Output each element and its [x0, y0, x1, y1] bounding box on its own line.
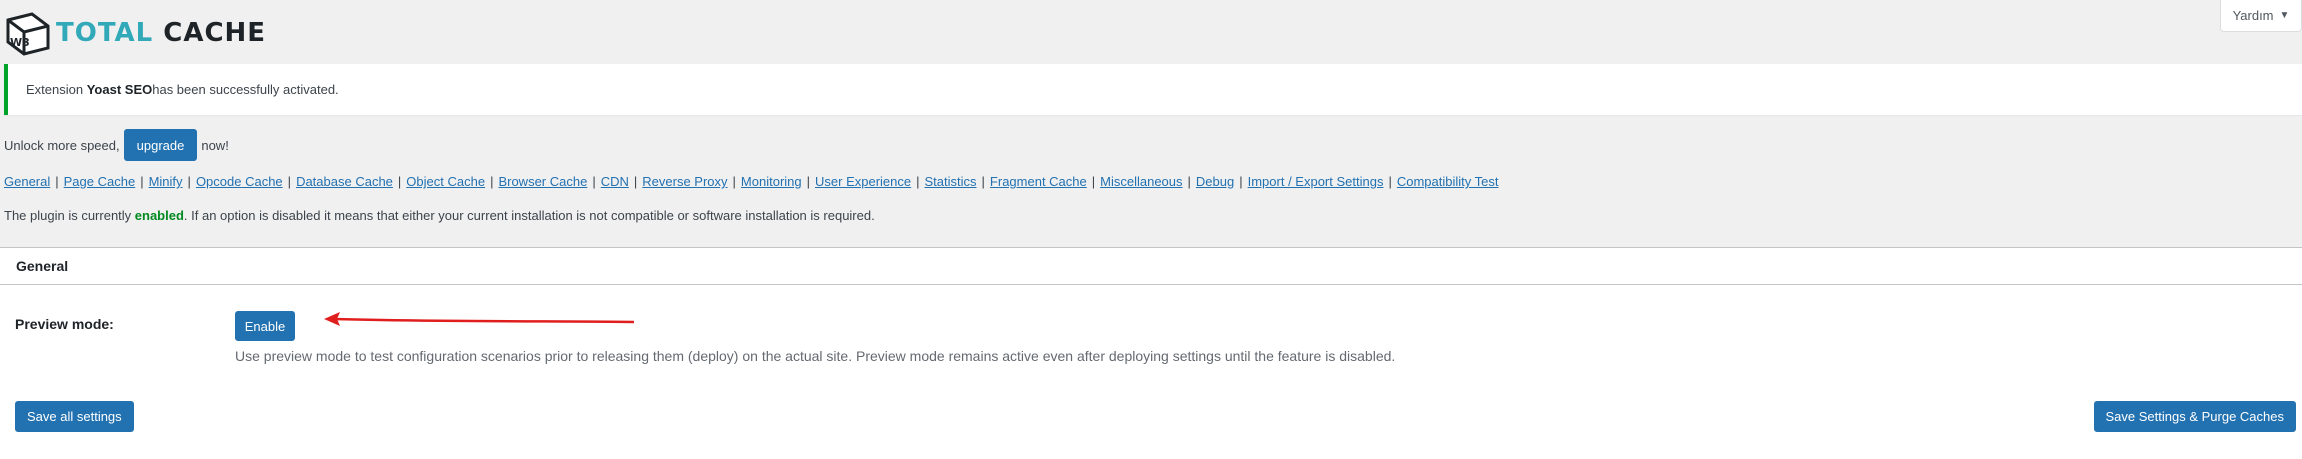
- nav-link-general[interactable]: General: [4, 174, 50, 189]
- upgrade-promo-prefix: Unlock more speed,: [4, 137, 120, 153]
- nav-link-browser-cache[interactable]: Browser Cache: [498, 174, 587, 189]
- nav-link-statistics[interactable]: Statistics: [925, 174, 977, 189]
- nav-separator: |: [732, 174, 736, 189]
- enable-preview-button[interactable]: Enable: [235, 311, 295, 341]
- save-and-purge-button[interactable]: Save Settings & Purge Caches: [2093, 401, 2296, 432]
- nav-link-fragment-cache[interactable]: Fragment Cache: [990, 174, 1087, 189]
- nav-separator: |: [55, 174, 59, 189]
- nav-separator: |: [1388, 174, 1392, 189]
- nav-separator: |: [287, 174, 292, 189]
- nav-separator: |: [916, 174, 920, 189]
- status-suffix: . If an option is disabled it means that…: [183, 208, 875, 223]
- logo-badge-text: W3: [10, 36, 30, 49]
- nav-link-page-cache[interactable]: Page Cache: [64, 174, 136, 189]
- help-tab-button[interactable]: Yardım ▼: [2220, 0, 2302, 32]
- nav-separator: |: [806, 174, 811, 189]
- nav-separator: |: [633, 174, 638, 189]
- success-notice: Extension Yoast SEO has been successfull…: [4, 64, 2302, 115]
- notice-prefix: Extension: [26, 82, 84, 97]
- nav-separator: |: [1187, 174, 1191, 189]
- nav-link-compatibility-test[interactable]: Compatibility Test: [1397, 174, 1499, 189]
- nav-separator: |: [981, 174, 985, 189]
- nav-link-object-cache[interactable]: Object Cache: [406, 174, 485, 189]
- nav-separator: |: [1239, 174, 1243, 189]
- w3-total-cache-logo: W3 TOTAL CACHE: [4, 8, 266, 58]
- nav-link-miscellaneous[interactable]: Miscellaneous: [1100, 174, 1182, 189]
- settings-nav: General | Page Cache | Minify | Opcode Cache | D…: [4, 174, 1498, 189]
- nav-link-cdn[interactable]: CDN: [601, 174, 629, 189]
- nav-link-monitoring[interactable]: Monitoring: [741, 174, 802, 189]
- upgrade-button[interactable]: upgrade: [123, 129, 198, 161]
- upgrade-promo: Unlock more speed, upgrade now!: [4, 129, 229, 161]
- nav-separator: |: [140, 174, 144, 189]
- general-panel: General Preview mode: Enable Use preview…: [0, 247, 2302, 459]
- nav-separator: |: [490, 174, 494, 189]
- notice-suffix: has been successfully activated.: [152, 82, 339, 97]
- preview-mode-label: Preview mode:: [15, 316, 114, 332]
- nav-link-import-export-settings[interactable]: Import / Export Settings: [1248, 174, 1384, 189]
- caret-down-icon: ▼: [2279, 10, 2290, 21]
- nav-separator: |: [592, 174, 596, 189]
- nav-link-minify[interactable]: Minify: [149, 174, 183, 189]
- logo-text: TOTAL CACHE: [56, 18, 266, 48]
- nav-link-debug[interactable]: Debug: [1196, 174, 1234, 189]
- notice-extension-name: Yoast SEO: [86, 82, 153, 97]
- preview-mode-description: Use preview mode to test configuration s…: [235, 348, 1396, 364]
- annotation-arrow-icon: [324, 312, 635, 326]
- status-state: enabled: [134, 208, 184, 223]
- nav-separator: |: [187, 174, 191, 189]
- plugin-status: The plugin is currently enabled. If an o…: [4, 208, 875, 223]
- logo-text-total: TOTAL: [56, 18, 154, 48]
- nav-link-database-cache[interactable]: Database Cache: [296, 174, 393, 189]
- general-panel-title: General: [0, 248, 2302, 285]
- status-prefix: The plugin is currently: [4, 208, 135, 223]
- nav-link-user-experience[interactable]: User Experience: [815, 174, 911, 189]
- nav-separator: |: [1091, 174, 1096, 189]
- logo-text-cache: CACHE: [163, 18, 267, 48]
- nav-link-opcode-cache[interactable]: Opcode Cache: [196, 174, 283, 189]
- nav-link-reverse-proxy[interactable]: Reverse Proxy: [642, 174, 727, 189]
- help-tab-label: Yardım: [2232, 8, 2274, 23]
- save-all-settings-button[interactable]: Save all settings: [15, 401, 134, 432]
- nav-separator: |: [397, 174, 402, 189]
- upgrade-promo-suffix: now!: [201, 137, 229, 153]
- logo-cube-icon: W3: [4, 10, 50, 56]
